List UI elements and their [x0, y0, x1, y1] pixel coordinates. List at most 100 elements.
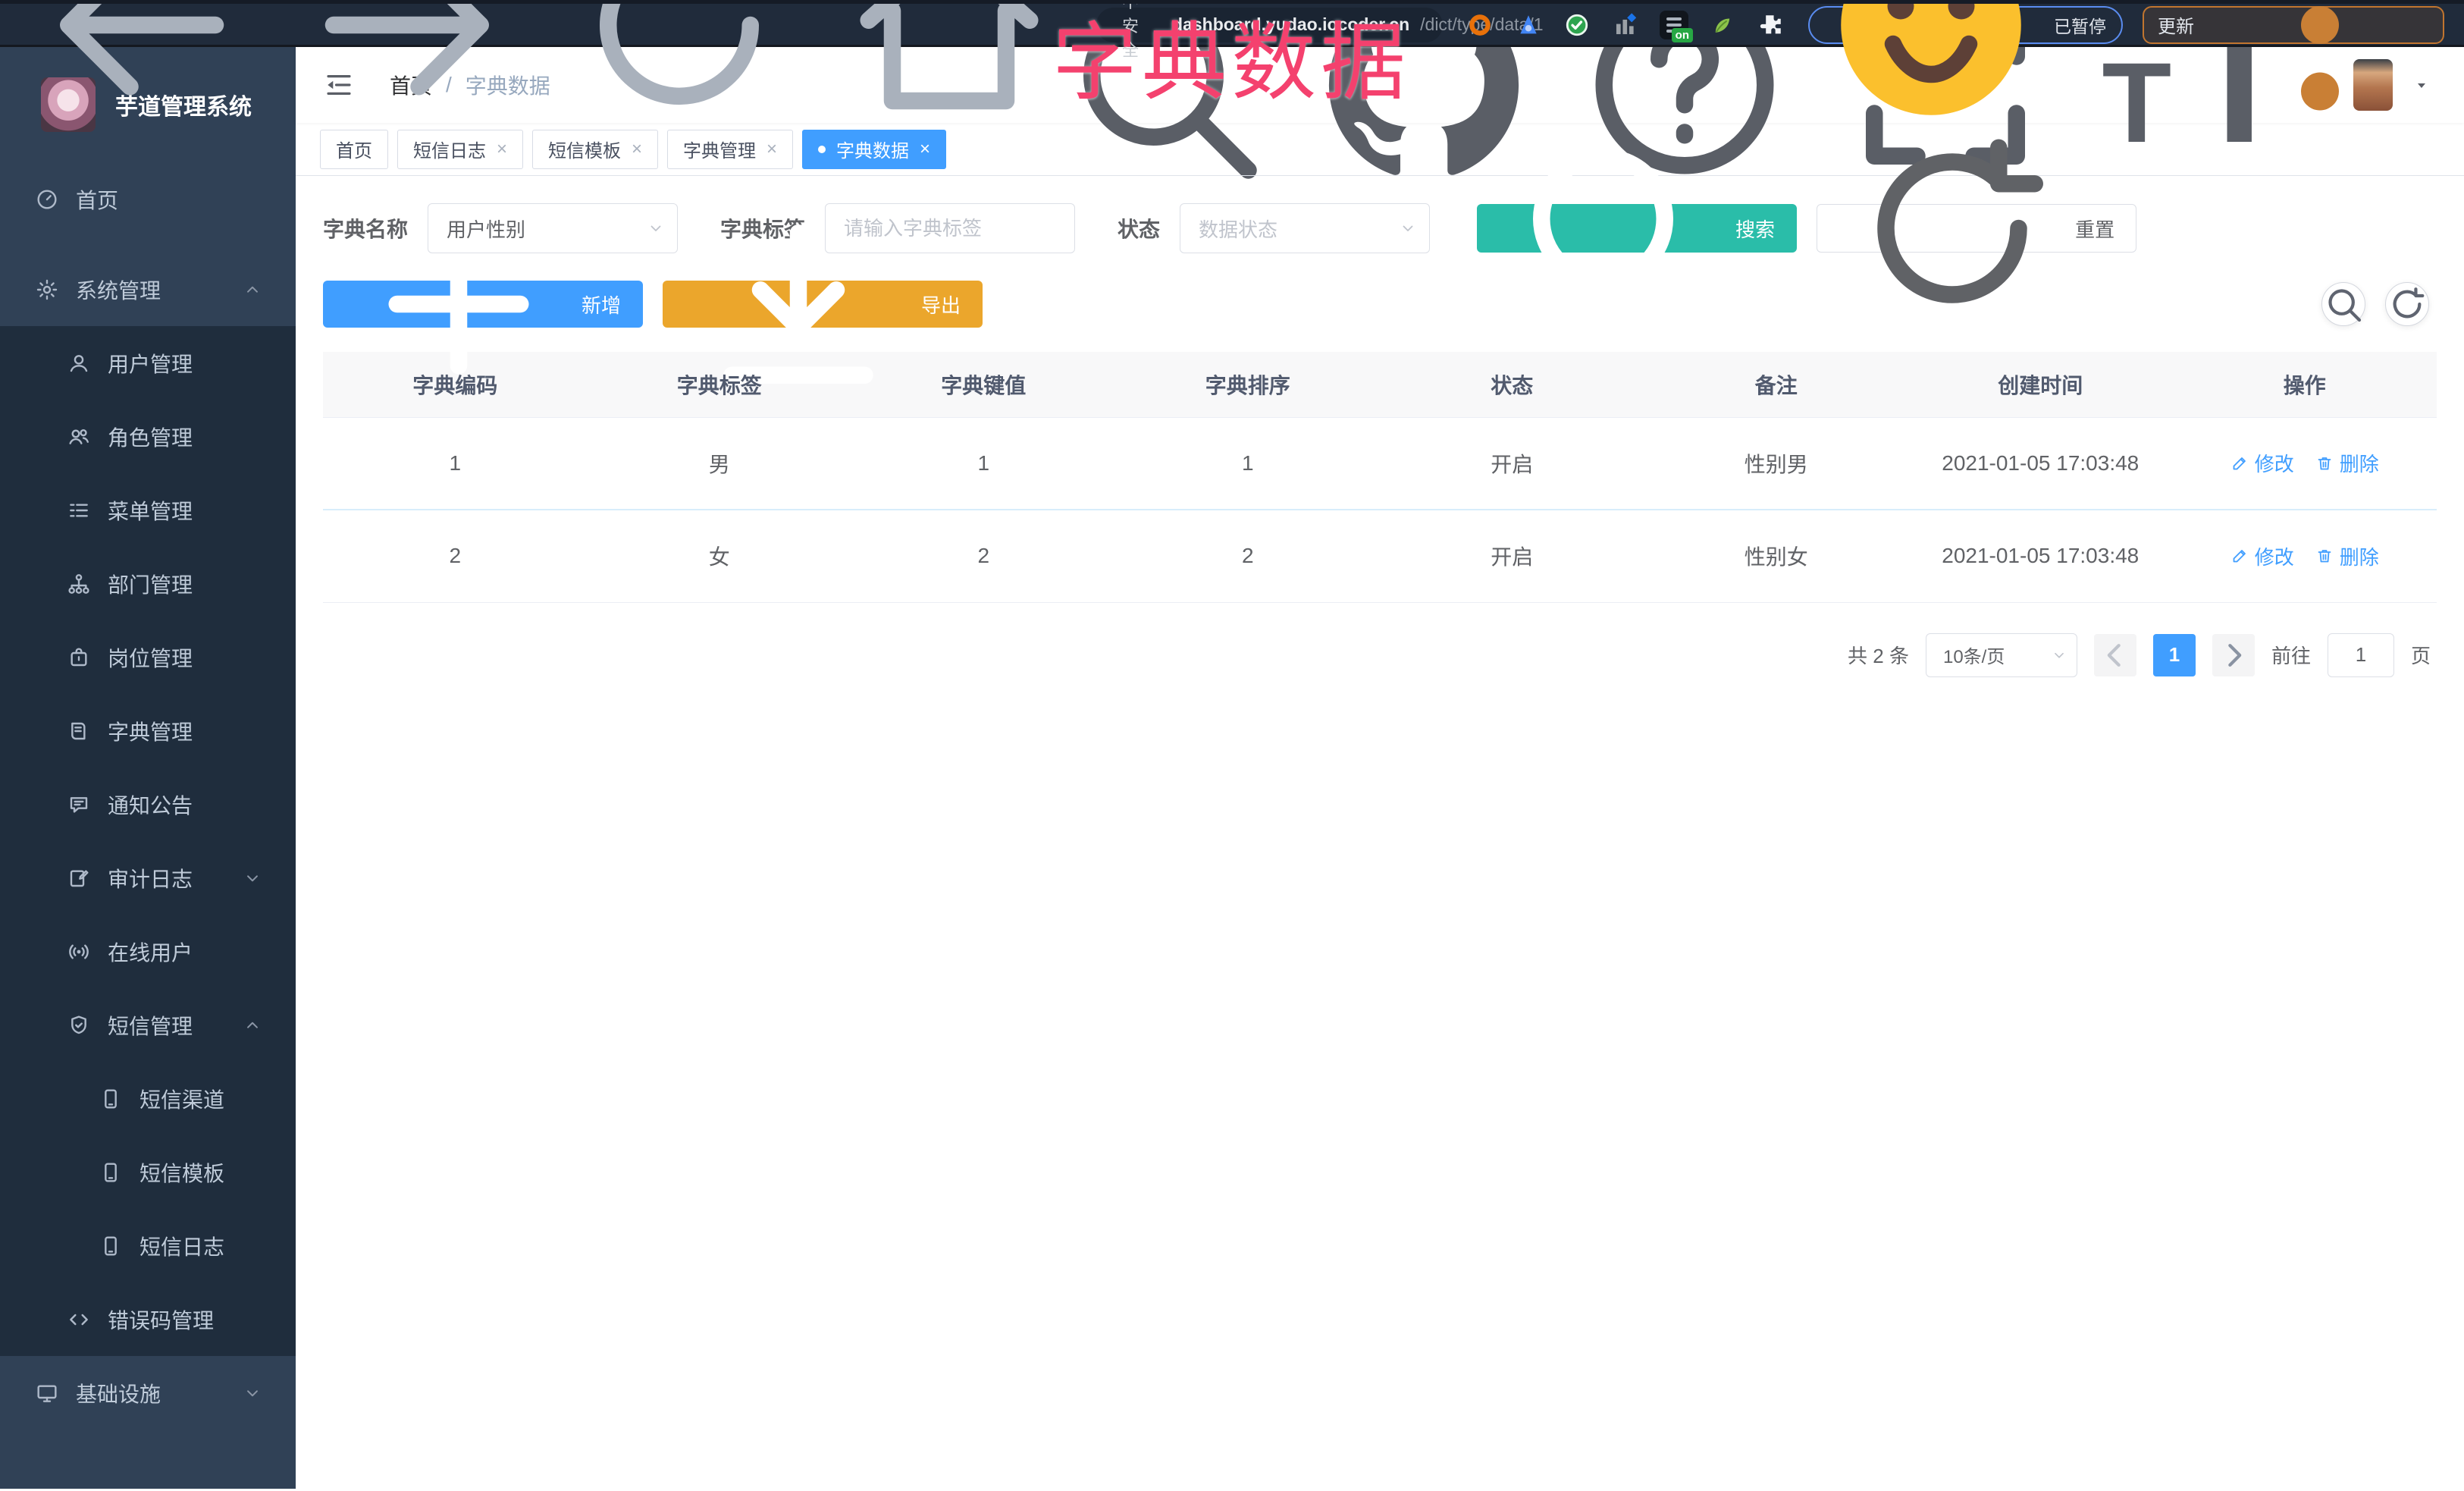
export-button[interactable]: 导出	[663, 224, 983, 384]
table-cell: 性别女	[1644, 510, 1908, 603]
page-content: 字典名称 用户性别 字典标签 状态 数据状态	[296, 139, 2464, 677]
sidebar-item-sms-log[interactable]: 短信日志	[0, 1209, 296, 1282]
operations-cell: 修改 删除	[2172, 417, 2437, 510]
book-icon	[71, 722, 86, 739]
dashboard-icon	[37, 189, 57, 209]
dict-label-input-wrap	[825, 203, 1076, 253]
sidebar-item-home[interactable]: 首页	[0, 162, 296, 236]
total-count: 共 2 条	[1848, 645, 1909, 667]
sidebar-item-role-management[interactable]: 角色管理	[0, 400, 296, 473]
sidebar-item-error-code-management[interactable]: 错误码管理	[0, 1282, 296, 1356]
reset-button-label: 重置	[2075, 218, 2115, 241]
mobile-icon	[105, 1235, 117, 1256]
close-tab-icon[interactable]: ×	[766, 140, 777, 159]
column-header: 操作	[2172, 352, 2437, 418]
edit-link[interactable]: 修改	[2230, 542, 2294, 570]
sidebar-item-menu-management[interactable]: 菜单管理	[0, 473, 296, 547]
status-label: 状态	[1118, 218, 1161, 241]
close-tab-icon[interactable]: ×	[920, 140, 930, 159]
menu-list-icon	[70, 503, 88, 517]
sidebar-item-online-users[interactable]: 在线用户	[0, 915, 296, 988]
edit-icon	[2233, 550, 2246, 563]
url-bar[interactable]: 不安全 dashboard.yudao.iocoder.cn /dict/typ…	[1096, 0, 1544, 60]
paused-pill[interactable]: 已暂停	[1808, 0, 2123, 115]
extension-area: on	[1466, 10, 1785, 42]
blue-beacon-ext-icon[interactable]	[1514, 11, 1543, 39]
sidebar-item-sms-channel[interactable]: 短信渠道	[0, 1062, 296, 1135]
back-icon[interactable]	[26, 0, 253, 139]
sidebar-item-user-management[interactable]: 用户管理	[0, 326, 296, 400]
goto-page-input[interactable]	[2328, 633, 2393, 676]
delete-link[interactable]: 删除	[2315, 542, 2379, 570]
trash-icon	[2318, 457, 2331, 469]
refresh-table-button[interactable]	[2385, 282, 2429, 326]
table-cell: 女	[587, 510, 851, 603]
column-header: 字典排序	[1115, 352, 1380, 418]
kebab-menu-icon[interactable]	[2206, 0, 2434, 139]
dict-name-select[interactable]: 用户性别	[428, 203, 679, 253]
sidebar-item-system-management[interactable]: 系统管理	[0, 253, 296, 326]
table-toolbar: 新增 导出	[323, 224, 2437, 384]
column-header: 备注	[1644, 352, 1908, 418]
table-row[interactable]: 2 女 2 2 开启 性别女 2021-01-05 17:03:48 修改 删除	[323, 510, 2437, 603]
page-number-button[interactable]: 1	[2152, 633, 2196, 676]
table-cell: 2021-01-05 17:03:48	[1908, 417, 2173, 510]
browser-nav-buttons	[26, 0, 1063, 139]
sidebar-item-sms-management[interactable]: 短信管理	[0, 988, 296, 1062]
sidebar-item-post-management[interactable]: 岗位管理	[0, 620, 296, 694]
edit-icon	[2233, 457, 2246, 469]
dict-label-input[interactable]	[844, 216, 1039, 240]
chevron-down-icon	[2051, 647, 2067, 664]
edit-link[interactable]: 修改	[2230, 449, 2294, 477]
browser-toolbar: 不安全 dashboard.yudao.iocoder.cn /dict/typ…	[0, 0, 2464, 115]
next-page-button[interactable]	[2212, 633, 2255, 676]
home-icon[interactable]	[835, 0, 1063, 139]
prev-page-button[interactable]	[2093, 633, 2136, 676]
sidebar-menu: 首页系统管理 用户管理 角色管理 菜单管理 部门管理岗位管理字典管理 通知公告审计日志在线…	[0, 162, 296, 1430]
pagination: 共 2 条 10条/页 1 前往 页	[323, 632, 2437, 677]
sidebar-item-sms-template[interactable]: 短信模板	[0, 1135, 296, 1209]
sidebar-item-label: 岗位管理	[108, 646, 193, 670]
table-row[interactable]: 1 男 1 1 开启 性别男 2021-01-05 17:03:48 修改 删除	[323, 417, 2437, 510]
sidebar-item-notice-announce[interactable]: 通知公告	[0, 767, 296, 841]
forward-icon[interactable]	[296, 0, 523, 139]
chevron-down-icon	[247, 1389, 258, 1396]
tab-label: 短信模板	[548, 141, 622, 162]
sidebar-item-dept-management[interactable]: 部门管理	[0, 547, 296, 620]
monitor-icon	[37, 1384, 57, 1402]
tab-label: 首页	[336, 141, 372, 162]
orange-ring-ext-icon[interactable]	[1466, 11, 1494, 39]
close-tab-icon[interactable]: ×	[632, 140, 642, 159]
chevron-down-icon	[1399, 219, 1417, 237]
page-size-value: 10条/页	[1942, 647, 2005, 667]
dark-on-ext-icon[interactable]: on	[1660, 10, 1693, 42]
chevron-up-icon	[247, 1022, 258, 1028]
green-check-ext-icon[interactable]	[1563, 11, 1591, 39]
update-button[interactable]: 更新	[2143, 5, 2444, 110]
add-button[interactable]: 新增	[323, 234, 644, 375]
reset-button[interactable]: 重置	[1817, 139, 2137, 303]
goto-label: 前往	[2271, 645, 2311, 667]
reload-icon[interactable]	[566, 0, 793, 139]
paused-label: 已暂停	[2054, 16, 2106, 36]
operations-cell: 修改 删除	[2172, 510, 2437, 603]
badge-icon	[71, 648, 87, 666]
delete-link[interactable]: 删除	[2315, 449, 2379, 477]
table-cell: 开启	[1380, 510, 1644, 603]
search-button[interactable]: 搜索	[1477, 149, 1798, 322]
close-tab-icon[interactable]: ×	[497, 140, 507, 159]
stats-ext-icon[interactable]	[1611, 11, 1640, 39]
refresh-icon	[2386, 283, 2428, 325]
green-leaf-ext-icon[interactable]	[1708, 11, 1737, 39]
sidebar-item-label: 审计日志	[108, 867, 193, 891]
page-size-select[interactable]: 10条/页	[1925, 632, 2077, 677]
tab-label: 字典管理	[683, 141, 757, 162]
toggle-search-button[interactable]	[2321, 282, 2365, 326]
sidebar-item-audit-log[interactable]: 审计日志	[0, 841, 296, 915]
status-select[interactable]: 数据状态	[1180, 203, 1431, 253]
sidebar-item-label: 短信管理	[108, 1014, 193, 1038]
sidebar-item-dict-management[interactable]: 字典管理	[0, 694, 296, 767]
sidebar-item-infrastructure[interactable]: 基础设施	[0, 1356, 296, 1430]
puzzle-icon[interactable]	[1757, 11, 1785, 39]
active-tab-dot	[818, 145, 826, 153]
